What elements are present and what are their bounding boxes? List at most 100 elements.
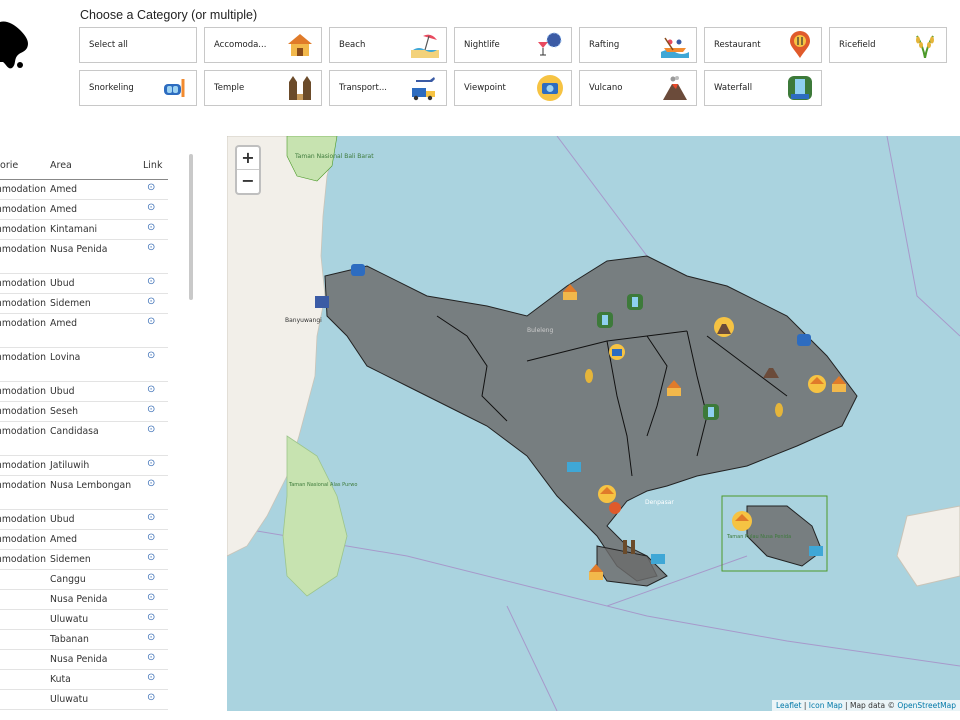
table-row: Accommodation Ubud ⊙ [0,382,168,402]
link-icon[interactable]: ⊙ [147,532,155,543]
category-viewpoint-button[interactable]: Viewpoint [454,70,572,106]
label-taman-nasional: Taman Nasional Bali Barat [294,153,374,160]
marker-ricefield-icon[interactable] [775,403,783,417]
zoom-in-button[interactable]: + [237,147,259,170]
category-rafting-button[interactable]: Rafting [579,27,697,63]
link-icon[interactable]: ⊙ [147,478,155,489]
table-row: Accommodation Nusa Lembongan ⊙ [0,476,168,510]
category-beach-button[interactable]: Beach [329,27,447,63]
marker-accommodation-icon[interactable] [808,375,826,393]
marker-accommodation-icon[interactable] [598,485,616,503]
marker-restaurant-icon[interactable] [609,502,621,514]
map-view[interactable]: Taman Nasional Bali Barat Banyuwangi Bul… [227,136,960,711]
category-restaurant-button[interactable]: Restaurant [704,27,822,63]
table-row: Accommodation Lovina ⊙ [0,348,168,382]
attribution-separator: | [801,701,809,710]
link-icon[interactable]: ⊙ [147,296,155,307]
plane-truck-icon [410,74,440,102]
map-canvas: Taman Nasional Bali Barat Banyuwangi Bul… [227,136,960,711]
beach-umbrella-icon [410,31,440,59]
link-icon[interactable]: ⊙ [147,592,155,603]
cell-category: Accommodation [0,204,46,215]
link-icon[interactable]: ⊙ [147,632,155,643]
cell-category: Accommodation [0,224,46,235]
cell-area: Amed [50,534,78,545]
table-row: Accommodation Amed ⊙ [0,200,168,220]
marker-waterfall-icon[interactable] [627,294,643,310]
marker-snorkeling-icon[interactable] [797,334,811,346]
link-icon[interactable]: ⊙ [147,202,155,213]
icon-map-link[interactable]: Icon Map [809,701,843,710]
category-nightlife-button[interactable]: Nightlife [454,27,572,63]
disco-ball-icon [535,31,565,59]
cell-area: Ubud [50,278,75,289]
marker-viewpoint-icon[interactable] [609,344,625,360]
category-label: Select all [89,40,128,50]
table-row: Accommodation Amed ⊙ [0,180,168,200]
marker-snorkeling-icon[interactable] [351,264,365,276]
marker-beach-icon[interactable] [651,554,665,564]
leaflet-link[interactable]: Leaflet [776,701,802,710]
table-scrollbar[interactable] [189,154,193,300]
link-icon[interactable]: ⊙ [147,182,155,193]
link-icon[interactable]: ⊙ [147,384,155,395]
category-transportation-button[interactable]: Transport... [329,70,447,106]
zoom-out-button[interactable]: − [237,170,259,193]
link-icon[interactable]: ⊙ [147,404,155,415]
cell-category: Accommodation [0,352,46,363]
table-row: Accommodation Sidemen ⊙ [0,550,168,570]
marker-accommodation-icon[interactable] [732,511,752,531]
link-icon[interactable]: ⊙ [147,552,155,563]
cell-category: Accommodation [0,244,46,255]
category-vulcano-button[interactable]: Vulcano [579,70,697,106]
category-snorkeling-button[interactable]: Snorkeling [79,70,197,106]
table-row: Accommodation Ubud ⊙ [0,274,168,294]
marker-beach-icon[interactable] [809,546,823,556]
cell-area: Amed [50,184,78,195]
cell-area: Nusa Penida [50,594,108,605]
category-label: Rafting [589,40,620,50]
cell-area: Tabanan [50,634,89,645]
marker-ricefield-icon[interactable] [585,369,593,383]
cell-area: Ubud [50,514,75,525]
link-icon[interactable]: ⊙ [147,222,155,233]
link-icon[interactable]: ⊙ [147,672,155,683]
link-icon[interactable]: ⊙ [147,572,155,583]
link-icon[interactable]: ⊙ [147,276,155,287]
category-temple-button[interactable]: Temple [204,70,322,106]
category-label: Restaurant [714,40,761,50]
link-icon[interactable]: ⊙ [147,652,155,663]
cell-area: Nusa Penida [50,654,108,665]
marker-waterfall-icon[interactable] [597,312,613,328]
restaurant-pin-icon [785,31,815,59]
cell-area: Kintamani [50,224,98,235]
cell-category: Accommodation [0,480,46,491]
table-row: Accommodation Jatiluwih ⊙ [0,456,168,476]
link-icon[interactable]: ⊙ [147,458,155,469]
header-area[interactable]: Area [50,160,72,171]
marker-waterfall-icon[interactable] [703,404,719,420]
header-link[interactable]: Link [143,160,162,171]
header-category[interactable]: Categorie [0,160,18,171]
attribution-text: | Map data © [842,701,898,710]
link-icon[interactable]: ⊙ [147,424,155,435]
marker-beach-icon[interactable] [567,462,581,472]
category-waterfall-button[interactable]: Waterfall [704,70,822,106]
osm-link[interactable]: OpenStreetMap [897,701,956,710]
link-icon[interactable]: ⊙ [147,692,155,703]
link-icon[interactable]: ⊙ [147,350,155,361]
link-icon[interactable]: ⊙ [147,242,155,253]
cell-category: Accommodation [0,460,46,471]
category-accommodation-button[interactable]: Accomoda... [204,27,322,63]
link-icon[interactable]: ⊙ [147,512,155,523]
link-icon[interactable]: ⊙ [147,316,155,327]
link-icon[interactable]: ⊙ [147,612,155,623]
category-ricefield-button[interactable]: Ricefield [829,27,947,63]
marker-volcano-icon[interactable] [714,317,734,337]
marker-transport-icon[interactable] [315,296,329,308]
category-label: Waterfall [714,83,753,93]
cell-area: Candidasa [50,426,99,437]
table-row: Accommodation Amed ⊙ [0,314,168,348]
category-select-all-button[interactable]: Select all [79,27,197,63]
category-label: Vulcano [589,83,623,93]
